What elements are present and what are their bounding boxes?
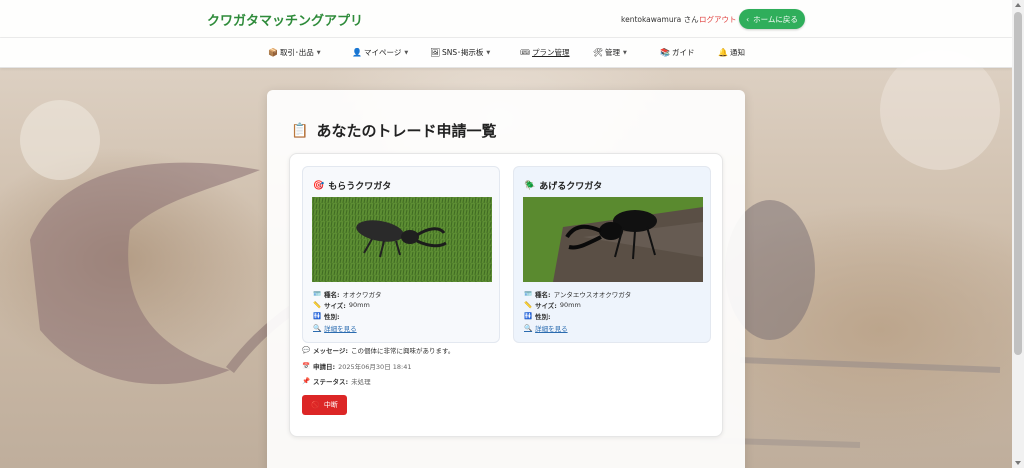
username-label: kentokawamura さん bbox=[621, 15, 699, 24]
nav-item-mypage[interactable]: 👤 マイページ ▼ bbox=[352, 47, 408, 58]
ruler-icon: 📏 bbox=[313, 301, 322, 309]
trade-requests-panel: 📋 あなたのトレード申請一覧 🎯 もらうクワガタ 🪪 種名: オオクワガタ 📏 … bbox=[267, 90, 745, 468]
app-logo-title[interactable]: クワガタマッチングアプリ bbox=[207, 10, 363, 29]
give-detail-link[interactable]: 🔍 詳細を見る bbox=[524, 323, 568, 333]
speech-bubble-icon: 💬 bbox=[302, 346, 311, 354]
page-title-text: あなたのトレード申請一覧 bbox=[316, 122, 497, 140]
receive-heading: 🎯 もらうクワガタ bbox=[313, 179, 392, 193]
scroll-up-arrow-icon[interactable] bbox=[1015, 3, 1021, 7]
page-title: 📋 あなたのトレード申請一覧 bbox=[291, 120, 496, 141]
id-card-icon: 🪪 bbox=[313, 290, 322, 298]
give-beetle-photo[interactable] bbox=[523, 197, 703, 282]
message-value: この個体に非常に興味があります。 bbox=[350, 347, 455, 355]
nav-item-notifications[interactable]: 🔔 通知 bbox=[718, 47, 745, 58]
detail-link-text: 詳細を見る bbox=[324, 325, 357, 333]
receive-heading-text: もらうクワガタ bbox=[328, 182, 392, 192]
date-row: 📅 申請日: 2025年06月30日 18:41 bbox=[302, 361, 412, 371]
scroll-down-arrow-icon[interactable] bbox=[1015, 461, 1021, 465]
top-header: クワガタマッチングアプリ kentokawamura さん ログアウト ‹ ホー… bbox=[0, 0, 1012, 38]
species-value: アンタエウスオオクワガタ bbox=[553, 291, 632, 299]
magnifier-icon: 🔍 bbox=[313, 324, 322, 332]
ruler-icon: 📏 bbox=[524, 301, 533, 309]
cancel-request-button[interactable]: 🚫 中断 bbox=[302, 395, 347, 415]
size-value: 90mm bbox=[348, 301, 370, 309]
nav-item-label: 取引･出品 bbox=[280, 48, 314, 57]
nav-item-plan[interactable]: 🎟 プラン管理 bbox=[520, 47, 570, 58]
give-size-row: 📏 サイズ: 90mm bbox=[524, 300, 581, 310]
size-label: サイズ: bbox=[535, 302, 557, 310]
vertical-scrollbar[interactable] bbox=[1012, 0, 1024, 468]
receive-size-row: 📏 サイズ: 90mm bbox=[313, 300, 370, 310]
detail-link-text: 詳細を見る bbox=[535, 325, 568, 333]
nav-item-admin[interactable]: 🛠 管理 ▼ bbox=[593, 47, 627, 58]
gender-icon: 🚻 bbox=[313, 312, 322, 320]
pin-icon: 📌 bbox=[302, 377, 311, 385]
species-label: 種名: bbox=[535, 291, 551, 299]
message-row: 💬 メッセージ: この個体に非常に興味があります。 bbox=[302, 345, 454, 355]
image-icon: 🖼 bbox=[430, 48, 441, 57]
gender-icon: 🚻 bbox=[524, 312, 533, 320]
logout-link[interactable]: ログアウト bbox=[699, 14, 737, 25]
receive-species-row: 🪪 種名: オオクワガタ bbox=[313, 289, 381, 299]
nav-item-label: SNS･掲示板 bbox=[442, 48, 484, 57]
clipboard-icon: 📋 bbox=[291, 122, 309, 139]
give-species-row: 🪪 種名: アンタエウスオオクワガタ bbox=[524, 289, 631, 299]
give-heading: 🪲 あげるクワガタ bbox=[524, 179, 603, 193]
calendar-icon: 📅 bbox=[302, 362, 311, 370]
sex-label: 性別: bbox=[324, 313, 340, 321]
nav-item-trade[interactable]: 📦 取引･出品 ▼ bbox=[268, 47, 321, 58]
receive-beetle-photo[interactable] bbox=[312, 197, 492, 282]
tools-icon: 🛠 bbox=[593, 48, 604, 57]
date-value: 2025年06月30日 18:41 bbox=[338, 363, 412, 371]
nav-item-label: マイページ bbox=[364, 48, 402, 57]
person-icon: 👤 bbox=[352, 48, 362, 57]
species-value: オオクワガタ bbox=[342, 291, 382, 299]
size-value: 90mm bbox=[559, 301, 581, 309]
size-label: サイズ: bbox=[324, 302, 346, 310]
book-icon: 📚 bbox=[660, 48, 670, 57]
chevron-left-icon: ‹ bbox=[746, 14, 750, 24]
main-nav: 📦 取引･出品 ▼ 👤 マイページ ▼ 🖼 SNS･掲示板 ▼ 🎟 プラン管理 … bbox=[0, 38, 1012, 68]
box-icon: 📦 bbox=[268, 48, 278, 57]
date-label: 申請日: bbox=[313, 363, 336, 371]
home-button-label: ホームに戻る bbox=[753, 14, 798, 24]
give-sex-row: 🚻 性別: bbox=[524, 311, 554, 321]
cancel-button-label: 中断 bbox=[323, 401, 338, 409]
give-heading-text: あげるクワガタ bbox=[539, 182, 603, 192]
nav-item-label: 管理 bbox=[605, 48, 620, 57]
id-card-icon: 🪪 bbox=[524, 290, 533, 298]
scrollbar-thumb[interactable] bbox=[1014, 12, 1022, 355]
receive-sex-row: 🚻 性別: bbox=[313, 311, 343, 321]
caret-down-icon: ▼ bbox=[486, 49, 491, 56]
caret-down-icon: ▼ bbox=[316, 49, 321, 56]
target-icon: 🎯 bbox=[313, 180, 325, 191]
nav-item-label: プラン管理 bbox=[532, 48, 570, 57]
give-beetle-box: 🪲 あげるクワガタ 🪪 種名: アンタエウスオオクワガタ 📏 サイズ: 90mm… bbox=[513, 166, 711, 343]
nav-item-label: ガイド bbox=[672, 48, 695, 57]
prohibited-icon: 🚫 bbox=[311, 401, 320, 409]
species-label: 種名: bbox=[324, 291, 340, 299]
plan-icon: 🎟 bbox=[520, 48, 531, 57]
nav-item-guide[interactable]: 📚 ガイド bbox=[660, 47, 695, 58]
message-label: メッセージ: bbox=[313, 347, 348, 355]
caret-down-icon: ▼ bbox=[404, 49, 409, 56]
caret-down-icon: ▼ bbox=[623, 49, 627, 56]
trade-request-card: 🎯 もらうクワガタ 🪪 種名: オオクワガタ 📏 サイズ: 90mm 🚻 性別:… bbox=[289, 153, 723, 437]
status-row: 📌 ステータス: 未処理 bbox=[302, 376, 371, 386]
sex-label: 性別: bbox=[535, 313, 551, 321]
receive-detail-link[interactable]: 🔍 詳細を見る bbox=[313, 323, 357, 333]
nav-item-label: 通知 bbox=[730, 48, 745, 57]
beetle-icon: 🪲 bbox=[524, 180, 536, 191]
receive-beetle-box: 🎯 もらうクワガタ 🪪 種名: オオクワガタ 📏 サイズ: 90mm 🚻 性別:… bbox=[302, 166, 500, 343]
home-button[interactable]: ‹ ホームに戻る bbox=[739, 9, 805, 29]
magnifier-icon: 🔍 bbox=[524, 324, 533, 332]
nav-item-sns[interactable]: 🖼 SNS･掲示板 ▼ bbox=[430, 47, 490, 58]
bell-icon: 🔔 bbox=[718, 48, 728, 57]
status-label: ステータス: bbox=[313, 378, 349, 386]
status-value: 未処理 bbox=[351, 378, 371, 386]
